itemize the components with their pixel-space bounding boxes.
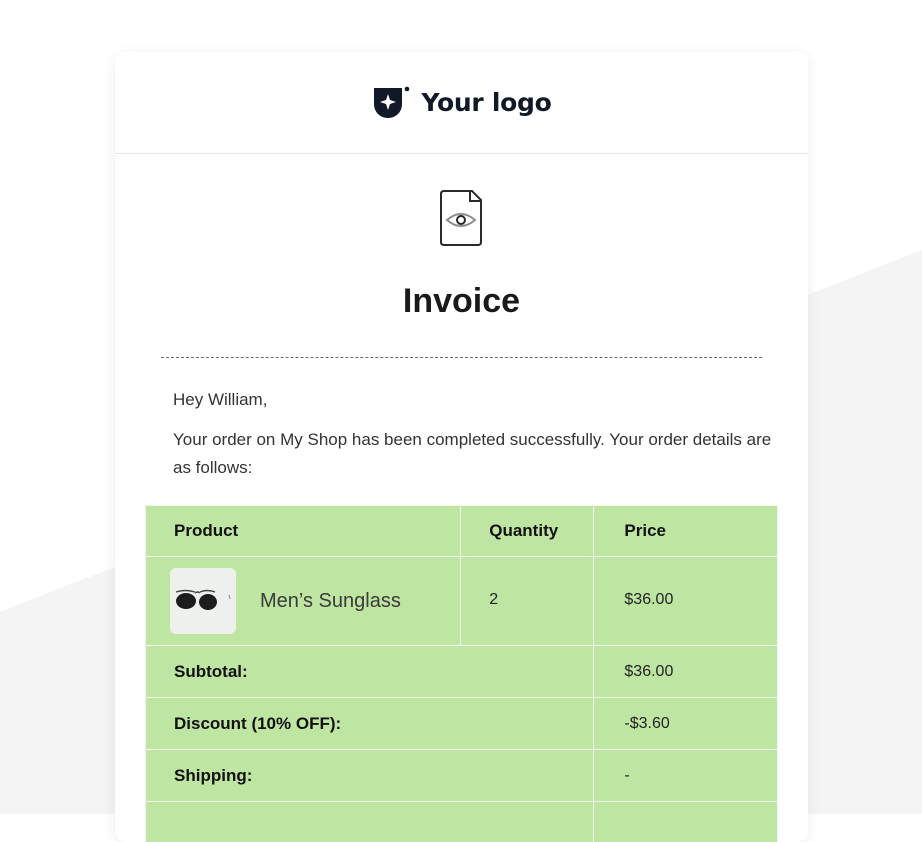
table-row: Men’s Sunglass 2 $36.00 — [146, 557, 778, 646]
email-header: Your logo — [115, 52, 808, 154]
brand-logo[interactable]: Your logo — [372, 86, 552, 120]
header-product: Product — [146, 506, 461, 557]
order-table: Product Quantity Price — [145, 505, 778, 842]
document-eye-icon — [440, 189, 484, 252]
partial-summary-row — [146, 802, 778, 842]
subtotal-label: Subtotal: — [146, 646, 594, 698]
subtotal-value: $36.00 — [594, 646, 778, 698]
subtotal-row: Subtotal: $36.00 — [146, 646, 778, 698]
logo-text: Your logo — [422, 88, 552, 117]
dashed-divider — [161, 357, 762, 358]
product-cell: Men’s Sunglass — [146, 557, 461, 646]
greeting-text: Hey William, — [173, 390, 267, 410]
product-name: Men’s Sunglass — [260, 590, 401, 613]
order-message: Your order on My Shop has been completed… — [173, 426, 773, 482]
discount-row: Discount (10% OFF): -$3.60 — [146, 698, 778, 750]
discount-value: -$3.60 — [594, 698, 778, 750]
sunglasses-icon — [173, 586, 233, 616]
shipping-label: Shipping: — [146, 750, 594, 802]
partial-summary-value — [594, 802, 778, 842]
table-header-row: Product Quantity Price — [146, 506, 778, 557]
partial-summary-label — [146, 802, 594, 842]
header-price: Price — [594, 506, 778, 557]
invoice-email-card: Your logo Invoice Hey William, Your orde… — [115, 52, 808, 842]
header-quantity: Quantity — [461, 506, 594, 557]
product-quantity: 2 — [461, 557, 594, 646]
product-price: $36.00 — [594, 557, 778, 646]
invoice-title: Invoice — [115, 282, 808, 321]
discount-label: Discount (10% OFF): — [146, 698, 594, 750]
product-thumbnail[interactable] — [170, 568, 236, 634]
shipping-value: - — [594, 750, 778, 802]
logo-mark-icon — [372, 86, 410, 120]
shipping-row: Shipping: - — [146, 750, 778, 802]
